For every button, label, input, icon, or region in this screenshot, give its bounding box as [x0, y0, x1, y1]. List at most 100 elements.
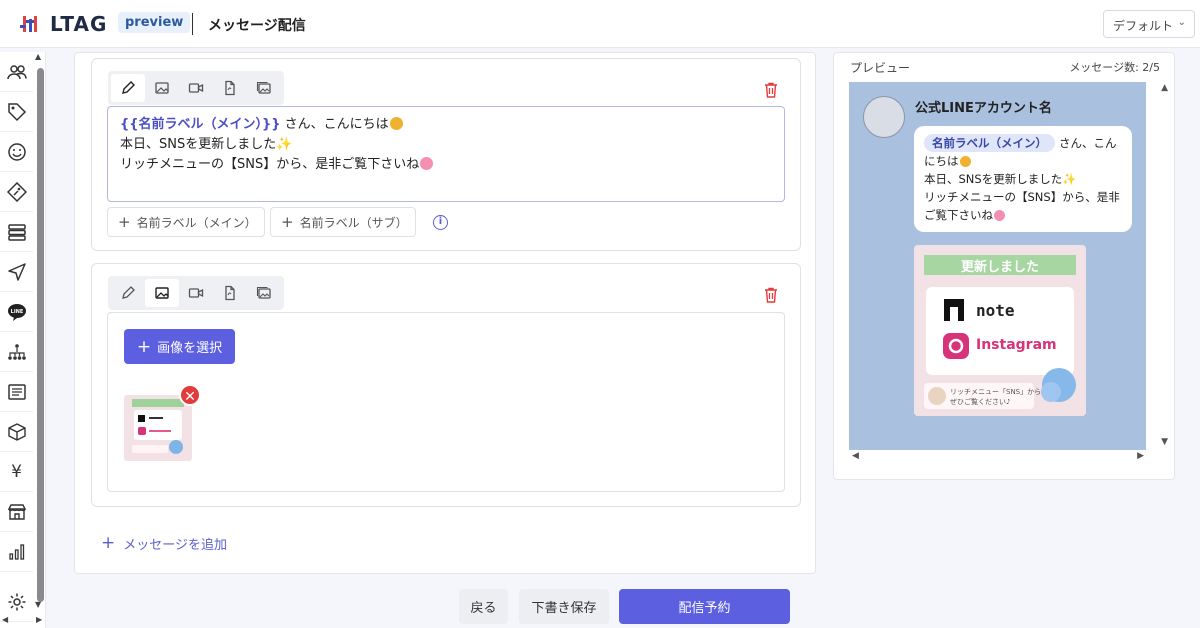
- rich-image-icon: [256, 81, 271, 94]
- smile-emoji-icon: [959, 156, 971, 167]
- preview-scroll-left-icon[interactable]: ◀: [852, 451, 859, 461]
- remove-image-button[interactable]: ✕: [179, 384, 201, 406]
- image-message-block: + 画像を選択 ✕: [91, 263, 801, 507]
- file-type-tab[interactable]: [213, 279, 247, 307]
- rich-type-tab[interactable]: [247, 74, 281, 102]
- users-icon[interactable]: [0, 52, 33, 92]
- store-icon[interactable]: [0, 492, 33, 532]
- name-label-chip: 名前ラベル（メイン）: [924, 134, 1055, 152]
- image-type-tab[interactable]: [145, 279, 179, 307]
- pencil-icon: [122, 81, 135, 94]
- instagram-label: Instagram: [976, 337, 1057, 353]
- svg-text:LINE: LINE: [10, 309, 23, 315]
- scroll-down-icon[interactable]: ▼: [35, 600, 41, 609]
- info-icon[interactable]: i: [433, 215, 448, 230]
- back-button[interactable]: 戻る: [459, 589, 508, 624]
- trash-icon: [765, 287, 777, 303]
- plus-icon: +: [281, 213, 294, 231]
- sidebar: LINE ¥ ▲ ▼ ◀ ▶: [0, 52, 46, 628]
- text-bubble: 名前ラベル（メイン） さん、こんにちは 本日、SNSを更新しました✨ リッチメニュ…: [914, 126, 1132, 232]
- message-type-toolbar: [108, 276, 284, 310]
- diamond-tag-icon[interactable]: [0, 172, 33, 212]
- logo-mark-icon: [20, 13, 42, 35]
- video-type-tab[interactable]: [179, 74, 213, 102]
- image-caption-1: リッチメニュー「SNS」から: [950, 388, 1042, 396]
- page-title: メッセージ配信: [208, 18, 306, 34]
- message-type-toolbar: [108, 71, 284, 105]
- text-type-tab[interactable]: [111, 74, 145, 102]
- save-draft-button[interactable]: 下書き保存: [519, 589, 609, 624]
- add-message-button[interactable]: + メッセージを追加: [101, 533, 227, 553]
- plus-icon: +: [118, 213, 131, 231]
- image-icon: [155, 82, 169, 94]
- message-editor-card: {{名前ラベル（メイン）}} さん、こんにちは 本日、SNSを更新しました✨ リ…: [74, 52, 816, 574]
- flower-emoji-icon: [994, 210, 1005, 221]
- name-label-variable: {{名前ラベル（メイン）}}: [120, 117, 281, 132]
- file-icon: [225, 285, 235, 301]
- scroll-left-icon[interactable]: ◀: [2, 615, 8, 624]
- line-icon[interactable]: LINE: [0, 292, 33, 332]
- yen-glyph: ¥: [11, 461, 22, 482]
- text-line-3: リッチメニューの【SNS】から、是非ご覧下さいね: [120, 155, 772, 175]
- note-label: note: [976, 301, 1015, 320]
- account-name: 公式LINEアカウント名: [915, 101, 1052, 116]
- sparkle-emoji-icon: ✨: [1062, 172, 1077, 186]
- message-count: メッセージ数: 2/5: [1069, 61, 1160, 74]
- preview-panel: プレビュー メッセージ数: 2/5 公式LINEアカウント名 名前ラベル（メイン…: [833, 52, 1175, 480]
- smile-icon[interactable]: [0, 132, 33, 172]
- yen-icon[interactable]: ¥: [0, 452, 33, 492]
- select-image-button[interactable]: + 画像を選択: [124, 329, 235, 364]
- list-icon[interactable]: [0, 372, 33, 412]
- text-type-tab[interactable]: [111, 279, 145, 307]
- default-select[interactable]: デフォルト ⌄: [1103, 10, 1195, 38]
- insert-name-label-main-button[interactable]: + 名前ラベル（メイン）: [107, 207, 265, 237]
- text-line-2: 本日、SNSを更新しました✨: [120, 137, 293, 152]
- image-bubble: 更新しました note Instagram リッチメニュー「SNS」から ぜひご…: [914, 245, 1086, 416]
- video-icon: [188, 83, 204, 93]
- preview-scroll-down-icon[interactable]: ▼: [1161, 437, 1168, 447]
- file-icon: [225, 80, 235, 96]
- app-header: LTAG preview メッセージ配信 デフォルト ⌄: [0, 0, 1200, 48]
- scroll-up-icon[interactable]: ▲: [35, 52, 41, 61]
- plus-icon: +: [101, 533, 116, 553]
- tag-icon[interactable]: [0, 92, 33, 132]
- preview-scroll-right-icon[interactable]: ▶: [1137, 451, 1144, 461]
- sitemap-icon[interactable]: [0, 332, 33, 372]
- header-divider: [192, 13, 193, 35]
- schedule-delivery-button[interactable]: 配信予約: [619, 589, 790, 624]
- chevron-down-icon: ⌄: [1177, 17, 1186, 28]
- preview-scroll-up-icon[interactable]: ▲: [1161, 83, 1168, 93]
- pencil-icon: [122, 286, 135, 299]
- uploaded-image-thumbnail[interactable]: [124, 395, 192, 461]
- image-icon: [155, 287, 169, 299]
- image-banner-text: 更新しました: [960, 260, 1039, 275]
- logo-text: LTAG: [50, 12, 108, 36]
- message-text-input[interactable]: {{名前ラベル（メイン）}} さん、こんにちは 本日、SNSを更新しました✨ リ…: [107, 106, 785, 202]
- video-type-tab[interactable]: [179, 279, 213, 307]
- file-type-tab[interactable]: [213, 74, 247, 102]
- default-select-value: デフォルト: [1113, 19, 1174, 33]
- text-message-block: {{名前ラベル（メイン）}} さん、こんにちは 本日、SNSを更新しました✨ リ…: [91, 58, 801, 251]
- rich-type-tab[interactable]: [247, 279, 281, 307]
- scroll-right-icon[interactable]: ▶: [36, 615, 42, 624]
- preview-label: プレビュー: [850, 61, 911, 75]
- delete-message-button[interactable]: [762, 81, 780, 103]
- send-icon[interactable]: [0, 252, 33, 292]
- rich-image-icon: [256, 286, 271, 299]
- box-icon[interactable]: [0, 412, 33, 452]
- server-icon[interactable]: [0, 212, 33, 252]
- avatar: [863, 96, 905, 138]
- trash-icon: [765, 82, 777, 98]
- sidebar-scrollbar[interactable]: [37, 68, 44, 602]
- bar-chart-icon[interactable]: [0, 532, 33, 572]
- image-caption-2: ぜひご覧ください♪: [950, 398, 1011, 406]
- image-type-tab[interactable]: [145, 74, 179, 102]
- delete-message-button[interactable]: [762, 286, 780, 308]
- insert-name-label-sub-button[interactable]: + 名前ラベル（サブ）: [270, 207, 416, 237]
- line-preview-screen[interactable]: 公式LINEアカウント名 名前ラベル（メイン） さん、こんにちは 本日、SNSを更…: [849, 82, 1146, 450]
- preview-badge: preview: [118, 12, 191, 33]
- logo[interactable]: LTAG: [20, 12, 107, 36]
- text-line-1: {{名前ラベル（メイン）}} さん、こんにちは: [120, 115, 772, 135]
- video-icon: [188, 288, 204, 298]
- preview-horizontal-scrollbar[interactable]: ◀ ▶: [850, 451, 1146, 465]
